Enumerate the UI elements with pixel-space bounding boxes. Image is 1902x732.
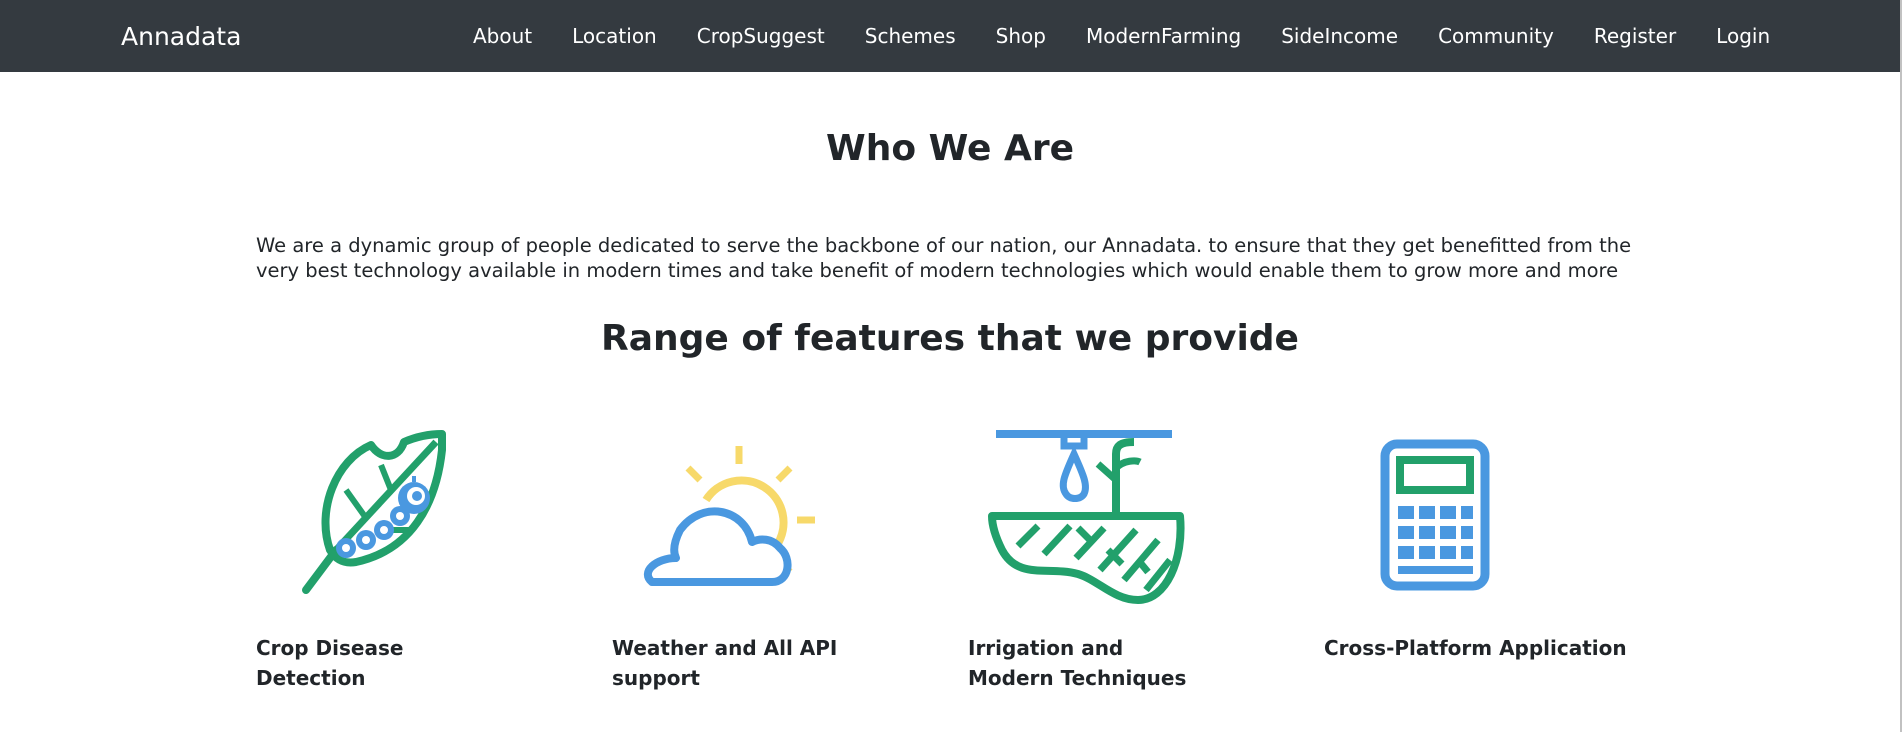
brand-link[interactable]: Annadata — [121, 22, 241, 52]
nav-link-location[interactable]: Location — [552, 0, 677, 72]
navbar: Annadata About Location CropSuggest Sche… — [0, 0, 1900, 72]
feature-caption: Cross-Platform Application — [1324, 636, 1627, 660]
calculator-icon — [1380, 439, 1490, 591]
nav-link-schemes[interactable]: Schemes — [845, 0, 976, 72]
feature-caption: Crop Disease Detection — [256, 636, 404, 690]
leaf-caterpillar-icon — [302, 430, 446, 594]
nav-link-about[interactable]: About — [453, 0, 552, 72]
nav-link-shop[interactable]: Shop — [976, 0, 1066, 72]
features-title: Range of features that we provide — [601, 318, 1299, 359]
nav-links: About Location CropSuggest Schemes Shop … — [453, 0, 1790, 72]
feature-caption: Weather and All API support — [612, 636, 838, 690]
nav-link-community[interactable]: Community — [1418, 0, 1574, 72]
about-text: We are a dynamic group of people dedicat… — [256, 234, 1632, 282]
feature-caption: Irrigation and Modern Techniques — [968, 636, 1187, 690]
nav-link-register[interactable]: Register — [1574, 0, 1696, 72]
nav-link-modernfarming[interactable]: ModernFarming — [1066, 0, 1261, 72]
irrigation-icon — [988, 430, 1185, 604]
who-we-are-title: Who We Are — [825, 128, 1074, 169]
nav-link-sideincome[interactable]: SideIncome — [1261, 0, 1418, 72]
sun-cloud-icon — [643, 446, 815, 586]
nav-link-cropsuggest[interactable]: CropSuggest — [677, 0, 845, 72]
nav-link-login[interactable]: Login — [1696, 0, 1790, 72]
